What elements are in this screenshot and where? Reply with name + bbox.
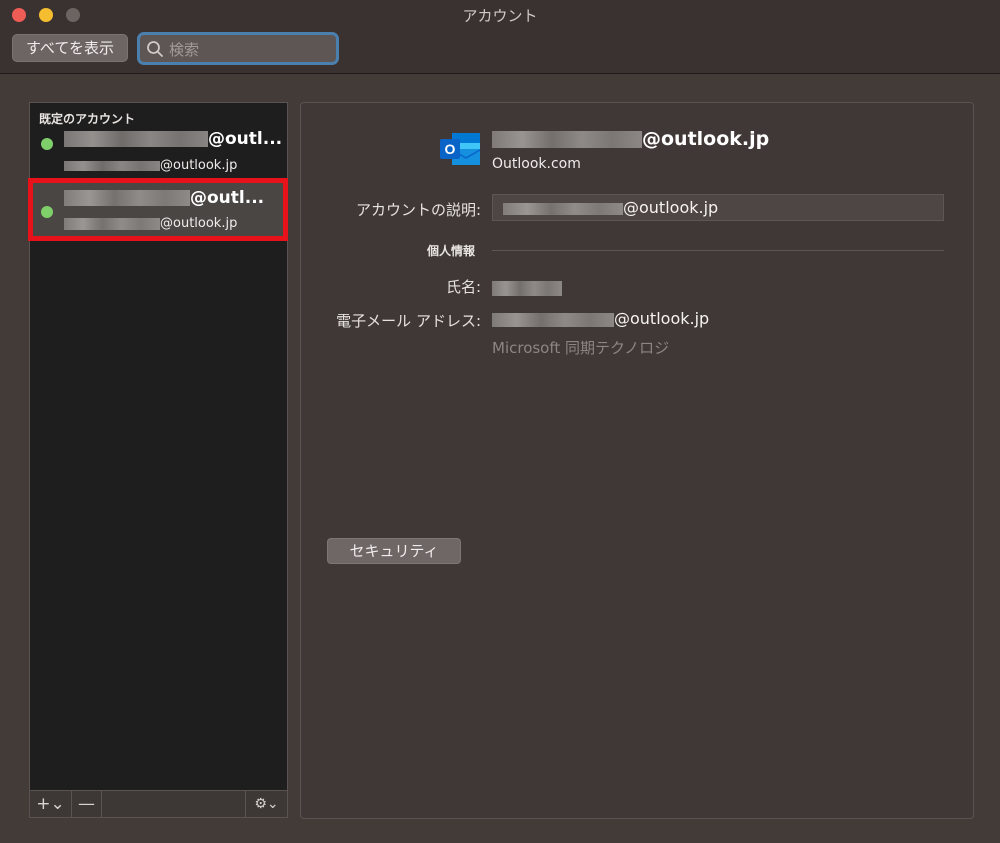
account-type: Outlook.com <box>492 156 581 172</box>
account-email: @outlook.jp <box>64 216 237 231</box>
redacted-text <box>492 281 562 296</box>
full-name-label: 氏名: <box>445 278 481 296</box>
title-toolbar: アカウント すべてを表示 検索 <box>0 0 1000 74</box>
account-list-item-selected[interactable]: @outl... @outlook.jp <box>30 181 287 239</box>
personal-info-heading: 個人情報 <box>427 244 476 258</box>
account-name: @outl... <box>64 188 264 208</box>
svg-text:O: O <box>445 141 456 157</box>
email-address-label: 電子メール アドレス: <box>336 312 481 330</box>
account-list: 既定のアカウント @outl... @outlook.jp @outl... @… <box>29 102 288 791</box>
default-accounts-header: 既定のアカウント <box>39 112 136 126</box>
redacted-text <box>64 217 160 230</box>
redacted-text <box>492 131 642 148</box>
full-name-value <box>492 278 562 297</box>
search-icon <box>147 41 163 57</box>
account-list-toolbar: +⌄ — ⚙⌄ <box>29 791 288 818</box>
security-button[interactable]: セキュリティ <box>327 538 461 564</box>
search-placeholder: 検索 <box>169 41 200 59</box>
email-address-value: @outlook.jp <box>492 309 709 328</box>
account-name: @outl... <box>64 129 282 149</box>
gear-icon[interactable]: ⚙⌄ <box>245 791 287 817</box>
window-title: アカウント <box>462 7 538 25</box>
account-list-item[interactable]: @outl... @outlook.jp <box>30 127 287 185</box>
account-detail-panel: O @outlook.jp Outlook.com アカウントの説明: @out… <box>300 102 974 819</box>
divider <box>492 250 944 251</box>
remove-account-button[interactable]: — <box>72 791 102 817</box>
redacted-text <box>64 160 160 171</box>
redacted-text <box>64 190 190 206</box>
redacted-text <box>64 131 208 147</box>
search-field[interactable]: 検索 <box>137 32 339 65</box>
outlook-icon: O <box>440 133 481 165</box>
show-all-button[interactable]: すべてを表示 <box>12 34 128 62</box>
account-email: @outlook.jp <box>64 158 237 173</box>
add-account-button[interactable]: +⌄ <box>30 791 72 817</box>
redacted-text <box>492 312 614 327</box>
sync-technology-text: Microsoft 同期テクノロジ <box>492 339 670 357</box>
redacted-text <box>503 202 623 215</box>
account-description-field[interactable]: @outlook.jp <box>492 194 944 221</box>
status-online-icon <box>41 138 53 150</box>
account-email-heading: @outlook.jp <box>492 128 769 150</box>
status-online-icon <box>41 206 53 218</box>
accounts-window: アカウント すべてを表示 検索 既定のアカウント @outl... @outlo… <box>0 0 1000 843</box>
description-label: アカウントの説明: <box>355 201 481 219</box>
